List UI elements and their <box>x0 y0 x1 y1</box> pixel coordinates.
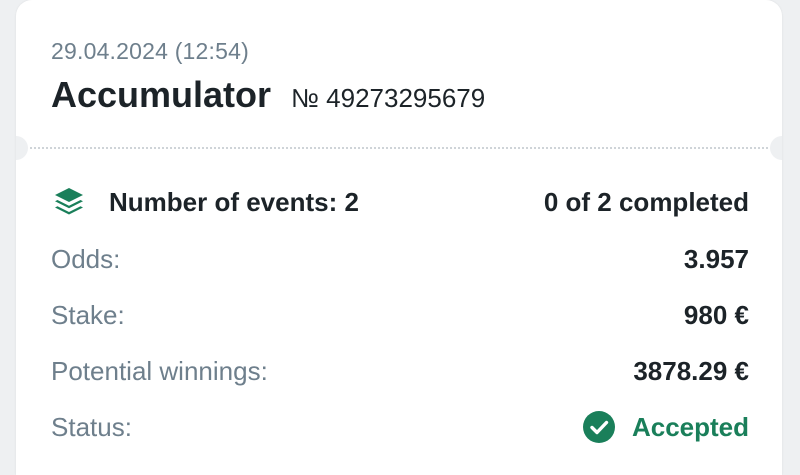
stake-row: Stake: 980 € <box>51 295 749 335</box>
events-completed-count: 0 of 2 completed <box>543 186 749 217</box>
ticket-notch-left <box>16 136 28 160</box>
status-badge: Accepted <box>582 410 749 444</box>
events-summary-left: Number of events: 2 <box>51 184 359 220</box>
events-count-label: Number of events: 2 <box>109 186 359 217</box>
layers-icon <box>55 188 83 215</box>
stake-label: Stake: <box>51 299 125 330</box>
stake-value: 980 € <box>683 299 749 330</box>
check-circle-icon <box>582 411 615 443</box>
odds-row: Odds: 3.957 <box>51 239 749 279</box>
potential-winnings-row: Potential winnings: 3878.29 € <box>51 351 749 391</box>
bet-ticket-card: 29.04.2024 (12:54) Accumulator № 4927329… <box>16 0 782 475</box>
ticket-notch-right <box>770 136 782 160</box>
status-label: Status: <box>51 411 132 442</box>
bet-title-row: Accumulator № 49273295679 <box>51 74 485 116</box>
status-value: Accepted <box>631 411 749 442</box>
potential-winnings-label: Potential winnings: <box>51 355 268 386</box>
ticket-dotted-separator <box>30 147 768 149</box>
status-row: Status: Accepted <box>51 407 749 447</box>
bet-ticket-number: № 49273295679 <box>291 83 486 113</box>
bet-date: 29.04.2024 (12:54) <box>51 38 249 64</box>
odds-value: 3.957 <box>683 243 749 274</box>
events-summary-row[interactable]: Number of events: 2 0 of 2 completed <box>51 182 749 222</box>
bet-type-title: Accumulator <box>51 74 272 115</box>
odds-label: Odds: <box>51 243 121 274</box>
potential-winnings-value: 3878.29 € <box>633 355 749 386</box>
